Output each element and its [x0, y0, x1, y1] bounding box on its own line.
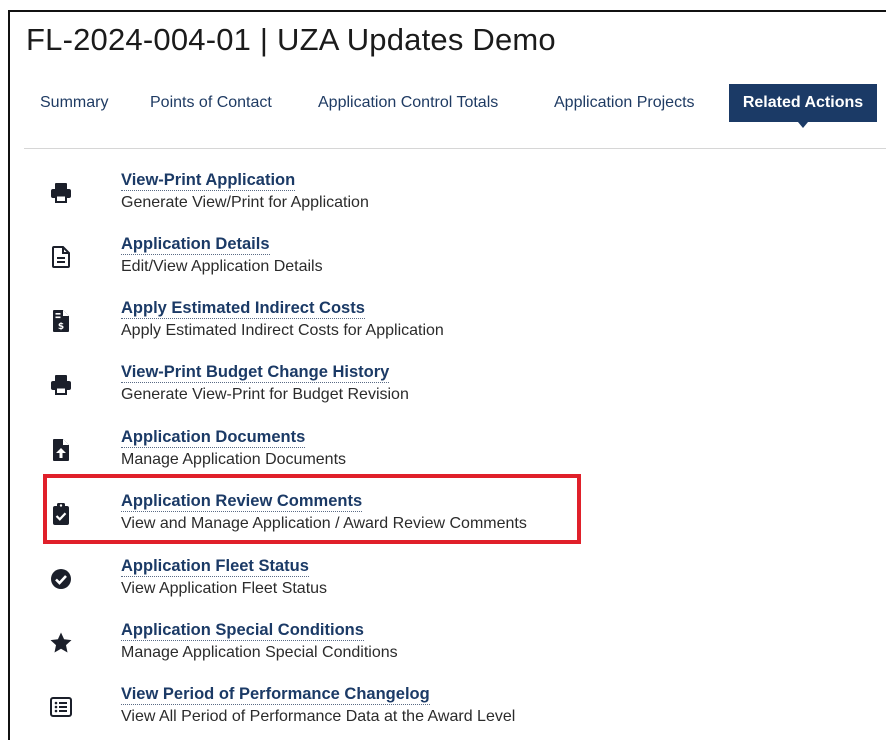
action-description: Apply Estimated Indirect Costs for Appli…: [121, 322, 444, 339]
page-title: FL-2024-004-01 | UZA Updates Demo: [26, 22, 556, 57]
divider: [24, 148, 886, 149]
action-item-application-special-conditions: Application Special Conditions Manage Ap…: [44, 620, 604, 672]
action-item-application-details: Application Details Edit/View Applicatio…: [44, 234, 604, 286]
application-documents-link[interactable]: Application Documents: [121, 427, 306, 448]
printer-icon: [44, 176, 78, 210]
apply-estimated-indirect-costs-link[interactable]: Apply Estimated Indirect Costs: [121, 298, 365, 319]
view-print-application-link[interactable]: View-Print Application: [121, 170, 296, 191]
action-item-apply-indirect-costs: $ Apply Estimated Indirect Costs Apply E…: [44, 298, 604, 350]
highlight-box: [43, 474, 581, 544]
tab-summary[interactable]: Summary: [40, 84, 108, 122]
check-circle-icon: [44, 562, 78, 596]
list-alt-icon: [44, 690, 78, 724]
tab-related-actions[interactable]: Related Actions: [729, 84, 877, 128]
action-item-application-fleet-status: Application Fleet Status View Applicatio…: [44, 556, 604, 608]
view-print-budget-change-history-link[interactable]: View-Print Budget Change History: [121, 362, 390, 383]
action-description: Manage Application Special Conditions: [121, 644, 398, 661]
action-item-view-print-application: View-Print Application Generate View/Pri…: [44, 170, 604, 222]
action-description: Manage Application Documents: [121, 451, 347, 468]
action-description: Edit/View Application Details: [121, 258, 323, 275]
action-item-application-documents: Application Documents Manage Application…: [44, 427, 604, 479]
tab-bar: Summary Points of Contact Application Co…: [26, 84, 886, 128]
tab-points-of-contact[interactable]: Points of Contact: [150, 84, 272, 122]
action-description: View Application Fleet Status: [121, 580, 328, 597]
tab-related-actions-label: Related Actions: [742, 94, 864, 111]
svg-text:$: $: [58, 322, 64, 332]
caret-down-icon: [798, 122, 808, 128]
action-description: Generate View-Print for Budget Revision: [121, 386, 409, 403]
invoice-dollar-icon: $: [44, 304, 78, 338]
printer-icon: [44, 368, 78, 402]
application-special-conditions-link[interactable]: Application Special Conditions: [121, 620, 364, 641]
tab-application-control-totals[interactable]: Application Control Totals: [318, 84, 498, 122]
view-period-of-performance-changelog-link[interactable]: View Period of Performance Changelog: [121, 684, 430, 705]
file-upload-icon: [44, 433, 78, 467]
action-item-period-of-performance-changelog: View Period of Performance Changelog Vie…: [44, 684, 604, 736]
tab-application-projects[interactable]: Application Projects: [554, 84, 695, 122]
document-icon: [44, 240, 78, 274]
application-details-link[interactable]: Application Details: [121, 234, 270, 255]
star-icon: [44, 626, 78, 660]
action-description: View All Period of Performance Data at t…: [121, 708, 516, 725]
application-fleet-status-link[interactable]: Application Fleet Status: [121, 556, 309, 577]
action-item-view-print-budget-history: View-Print Budget Change History Generat…: [44, 362, 604, 414]
action-description: Generate View/Print for Application: [121, 194, 369, 211]
